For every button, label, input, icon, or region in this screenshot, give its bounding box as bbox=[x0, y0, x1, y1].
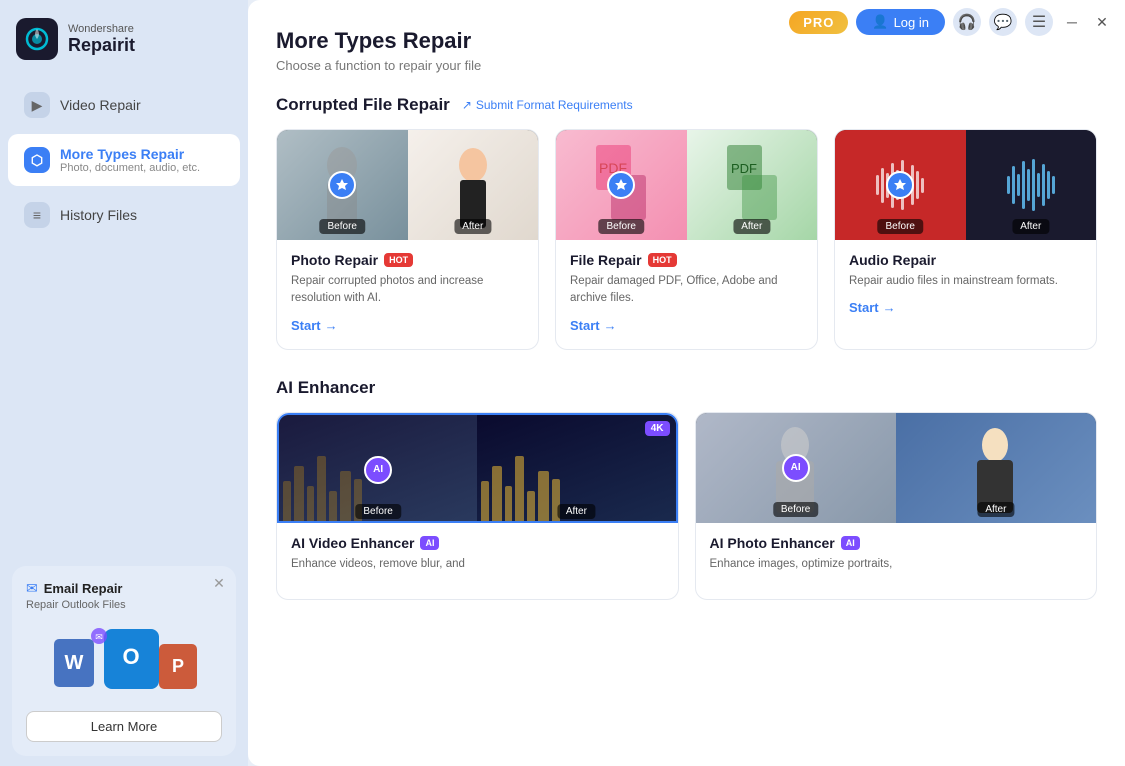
repair-icon-file bbox=[607, 171, 635, 199]
pro-badge[interactable]: PRO bbox=[789, 11, 848, 34]
product-name: Repairit bbox=[68, 35, 135, 56]
main-content: More Types Repair Choose a function to r… bbox=[248, 0, 1125, 766]
ai-video-title: AI Video Enhancer bbox=[291, 535, 414, 551]
ai-video-image: AI Before bbox=[277, 413, 678, 523]
svg-text:W: W bbox=[65, 652, 84, 674]
hot-badge-file: HOT bbox=[648, 253, 677, 267]
section-title-ai: AI Enhancer bbox=[276, 378, 375, 398]
sidebar: Wondershare Repairit ▶ Video Repair ⬡ Mo… bbox=[0, 0, 248, 766]
brand-name: Wondershare bbox=[68, 23, 135, 35]
login-button[interactable]: 👤 Log in bbox=[856, 9, 945, 35]
promo-card: ✕ ✉ Email Repair Repair Outlook Files W … bbox=[12, 566, 236, 756]
photo-repair-start[interactable]: Start → bbox=[291, 318, 524, 333]
before-label-audio: Before bbox=[878, 219, 923, 234]
learn-more-button[interactable]: Learn More bbox=[26, 711, 222, 742]
minimize-button[interactable]: ─ bbox=[1061, 11, 1083, 33]
app-logo bbox=[16, 18, 58, 60]
audio-repair-desc: Repair audio files in mainstream formats… bbox=[849, 273, 1082, 290]
corrupted-repair-cards: Before After Photo Repa bbox=[276, 129, 1097, 350]
ai-video-enhancer-card[interactable]: AI Before bbox=[276, 412, 679, 600]
close-button[interactable]: ✕ bbox=[1091, 11, 1113, 33]
file-repair-card[interactable]: PDF Before PDF bbox=[555, 129, 818, 350]
user-icon: 👤 bbox=[872, 14, 888, 30]
audio-repair-card[interactable]: Before bbox=[834, 129, 1097, 350]
more-types-icon: ⬡ bbox=[24, 147, 50, 173]
badge-4k: 4K bbox=[645, 421, 670, 436]
ai-video-desc: Enhance videos, remove blur, and bbox=[291, 556, 664, 573]
after-label: After bbox=[454, 219, 491, 234]
promo-image: W O P ✉ bbox=[26, 621, 222, 701]
logo-area: Wondershare Repairit bbox=[0, 0, 248, 78]
photo-repair-desc: Repair corrupted photos and increase res… bbox=[291, 273, 524, 308]
svg-text:P: P bbox=[172, 656, 184, 676]
section-header-ai: AI Enhancer bbox=[276, 378, 1097, 398]
chat-icon[interactable]: 💬 bbox=[989, 8, 1017, 36]
photo-repair-card[interactable]: Before After Photo Repa bbox=[276, 129, 539, 350]
file-repair-desc: Repair damaged PDF, Office, Adobe and ar… bbox=[570, 273, 803, 308]
before-label-file: Before bbox=[599, 219, 644, 234]
svg-text:O: O bbox=[122, 644, 139, 669]
photo-repair-image: Before After bbox=[277, 130, 538, 240]
email-icon: ✉ bbox=[26, 580, 38, 597]
ai-photo-enhancer-card[interactable]: AI Before After bbox=[695, 412, 1098, 600]
section-title-corrupted: Corrupted File Repair bbox=[276, 95, 450, 115]
file-repair-title: File Repair bbox=[570, 252, 642, 268]
audio-repair-start[interactable]: Start → bbox=[849, 300, 1082, 315]
promo-close-button[interactable]: ✕ bbox=[210, 574, 228, 592]
ai-icon-video: AI bbox=[364, 456, 392, 484]
svg-text:PDF: PDF bbox=[731, 161, 757, 176]
promo-title: Email Repair bbox=[44, 581, 123, 596]
menu-icon[interactable]: ☰ bbox=[1025, 8, 1053, 36]
history-icon: ≡ bbox=[24, 202, 50, 228]
after-label-file: After bbox=[733, 219, 770, 234]
ai-icon-photo: AI bbox=[782, 454, 810, 482]
page-subtitle: Choose a function to repair your file bbox=[276, 58, 1097, 73]
photo-repair-title: Photo Repair bbox=[291, 252, 378, 268]
repair-icon-audio bbox=[886, 171, 914, 199]
ai-badge-video: AI bbox=[420, 536, 439, 550]
before-label: Before bbox=[320, 219, 365, 234]
promo-subtitle: Repair Outlook Files bbox=[26, 599, 222, 611]
ai-enhancer-cards: AI Before bbox=[276, 412, 1097, 600]
audio-repair-image: Before bbox=[835, 130, 1096, 240]
audio-repair-title: Audio Repair bbox=[849, 252, 936, 268]
sidebar-item-history-files[interactable]: ≡ History Files bbox=[8, 190, 240, 240]
svg-text:✉: ✉ bbox=[95, 632, 103, 642]
video-repair-icon: ▶ bbox=[24, 92, 50, 118]
after-label-audio: After bbox=[1012, 219, 1049, 234]
ai-badge-photo: AI bbox=[841, 536, 860, 550]
before-label-photo: Before bbox=[773, 502, 818, 517]
file-repair-start[interactable]: Start → bbox=[570, 318, 803, 333]
file-repair-image: PDF Before PDF bbox=[556, 130, 817, 240]
ai-photo-desc: Enhance images, optimize portraits, bbox=[710, 556, 1083, 573]
ai-photo-image: AI Before After bbox=[696, 413, 1097, 523]
ai-photo-title: AI Photo Enhancer bbox=[710, 535, 835, 551]
sidebar-item-video-repair[interactable]: ▶ Video Repair bbox=[8, 80, 240, 130]
hot-badge: HOT bbox=[384, 253, 413, 267]
before-label-video: Before bbox=[355, 504, 400, 519]
sidebar-item-more-types-repair[interactable]: ⬡ More Types Repair Photo, document, aud… bbox=[8, 134, 240, 186]
after-label-video: After bbox=[558, 504, 595, 519]
repair-icon bbox=[328, 171, 356, 199]
section-header-corrupted: Corrupted File Repair ↗ Submit Format Re… bbox=[276, 95, 1097, 115]
title-bar: PRO 👤 Log in 🎧 💬 ☰ ─ ✕ bbox=[777, 0, 1125, 44]
headphone-icon[interactable]: 🎧 bbox=[953, 8, 981, 36]
after-label-photo: After bbox=[977, 502, 1014, 517]
submit-format-link[interactable]: ↗ Submit Format Requirements bbox=[462, 98, 633, 112]
